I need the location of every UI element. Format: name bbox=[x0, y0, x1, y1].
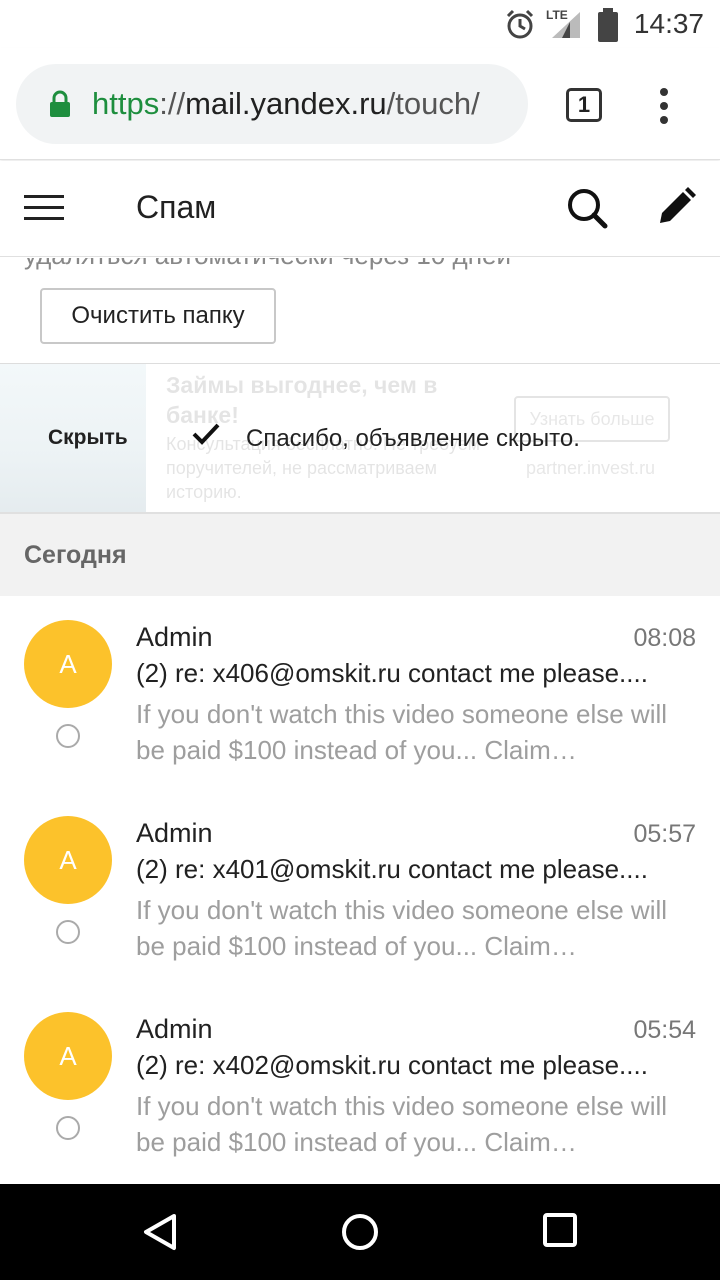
mail-subject: (2) re: x406@omskit.ru contact me please… bbox=[136, 658, 648, 688]
compose-icon[interactable] bbox=[654, 185, 696, 229]
mail-time: 05:54 bbox=[633, 1016, 696, 1044]
url-scheme: https bbox=[92, 86, 160, 121]
battery-icon bbox=[598, 8, 618, 42]
folder-actions: удаляться автоматически через 10 дней Оч… bbox=[0, 258, 720, 364]
home-icon[interactable] bbox=[340, 1212, 380, 1252]
signal-icon bbox=[552, 12, 580, 38]
url-text: https://mail.yandex.ru/touch/ bbox=[92, 86, 522, 122]
clear-folder-button[interactable]: Очистить папку bbox=[40, 288, 276, 344]
hide-ad-button[interactable]: Скрыть bbox=[48, 426, 128, 450]
select-checkbox[interactable] bbox=[56, 920, 80, 944]
mail-subject: (2) re: x402@omskit.ru contact me please… bbox=[136, 1050, 648, 1080]
lock-icon bbox=[50, 90, 70, 117]
system-nav-bar bbox=[0, 1184, 720, 1280]
avatar: A bbox=[24, 816, 112, 904]
back-icon[interactable] bbox=[140, 1212, 180, 1252]
mail-item[interactable]: A Admin 05:57 (2) re: x401@omskit.ru con… bbox=[0, 792, 720, 988]
checkmark-icon bbox=[192, 423, 220, 445]
browser-toolbar: https://mail.yandex.ru/touch/ 1 bbox=[0, 48, 720, 160]
mail-snippet: If you don't watch this video someone el… bbox=[136, 699, 668, 765]
date-section-header: Сегодня bbox=[0, 514, 720, 596]
page-title: Спам bbox=[136, 189, 217, 225]
status-bar: LTE 14:37 bbox=[0, 0, 720, 48]
select-checkbox[interactable] bbox=[56, 1116, 80, 1140]
mail-sender: Admin bbox=[136, 622, 213, 652]
mail-sender: Admin bbox=[136, 818, 213, 848]
url-domain: mail.yandex.ru bbox=[185, 86, 387, 121]
ad-title: Займы выгоднее, чем в банке! bbox=[166, 372, 438, 428]
mail-list: A Admin 08:08 (2) re: x406@omskit.ru con… bbox=[0, 596, 720, 1184]
ad-link: partner.invest.ru bbox=[526, 458, 656, 478]
alarm-icon bbox=[506, 9, 534, 39]
avatar: A bbox=[24, 620, 112, 708]
search-icon[interactable] bbox=[566, 187, 608, 229]
url-path: /touch/ bbox=[386, 86, 480, 121]
menu-icon[interactable] bbox=[24, 195, 64, 223]
mail-subject: (2) re: x401@omskit.ru contact me please… bbox=[136, 854, 648, 884]
mail-time: 08:08 bbox=[633, 624, 696, 652]
more-options-icon[interactable] bbox=[650, 86, 678, 126]
mail-snippet: If you don't watch this video someone el… bbox=[136, 895, 668, 961]
ad-hidden-message: Спасибо, объявление скрыто. bbox=[246, 425, 580, 452]
mail-time: 05:57 bbox=[633, 820, 696, 848]
address-bar[interactable]: https://mail.yandex.ru/touch/ bbox=[16, 64, 528, 144]
mail-item[interactable]: A Admin 08:08 (2) re: x406@omskit.ru con… bbox=[0, 596, 720, 792]
mail-snippet: If you don't watch this video someone el… bbox=[136, 1091, 668, 1157]
avatar: A bbox=[24, 1012, 112, 1100]
recents-icon[interactable] bbox=[542, 1212, 578, 1248]
mail-item[interactable]: A Admin 05:54 (2) re: x402@omskit.ru con… bbox=[0, 988, 720, 1184]
app-header: Спам bbox=[0, 161, 720, 257]
mail-sender: Admin bbox=[136, 1014, 213, 1044]
section-label: Сегодня bbox=[24, 541, 127, 569]
clock: 14:37 bbox=[633, 8, 704, 39]
spam-notice-text: удаляться автоматически через 10 дней bbox=[24, 258, 511, 271]
select-checkbox[interactable] bbox=[56, 724, 80, 748]
ad-banner: Займы выгоднее, чем в банке! Консультаци… bbox=[0, 364, 720, 514]
tab-switcher-button[interactable]: 1 bbox=[566, 88, 602, 122]
url-separator: :// bbox=[159, 86, 186, 121]
